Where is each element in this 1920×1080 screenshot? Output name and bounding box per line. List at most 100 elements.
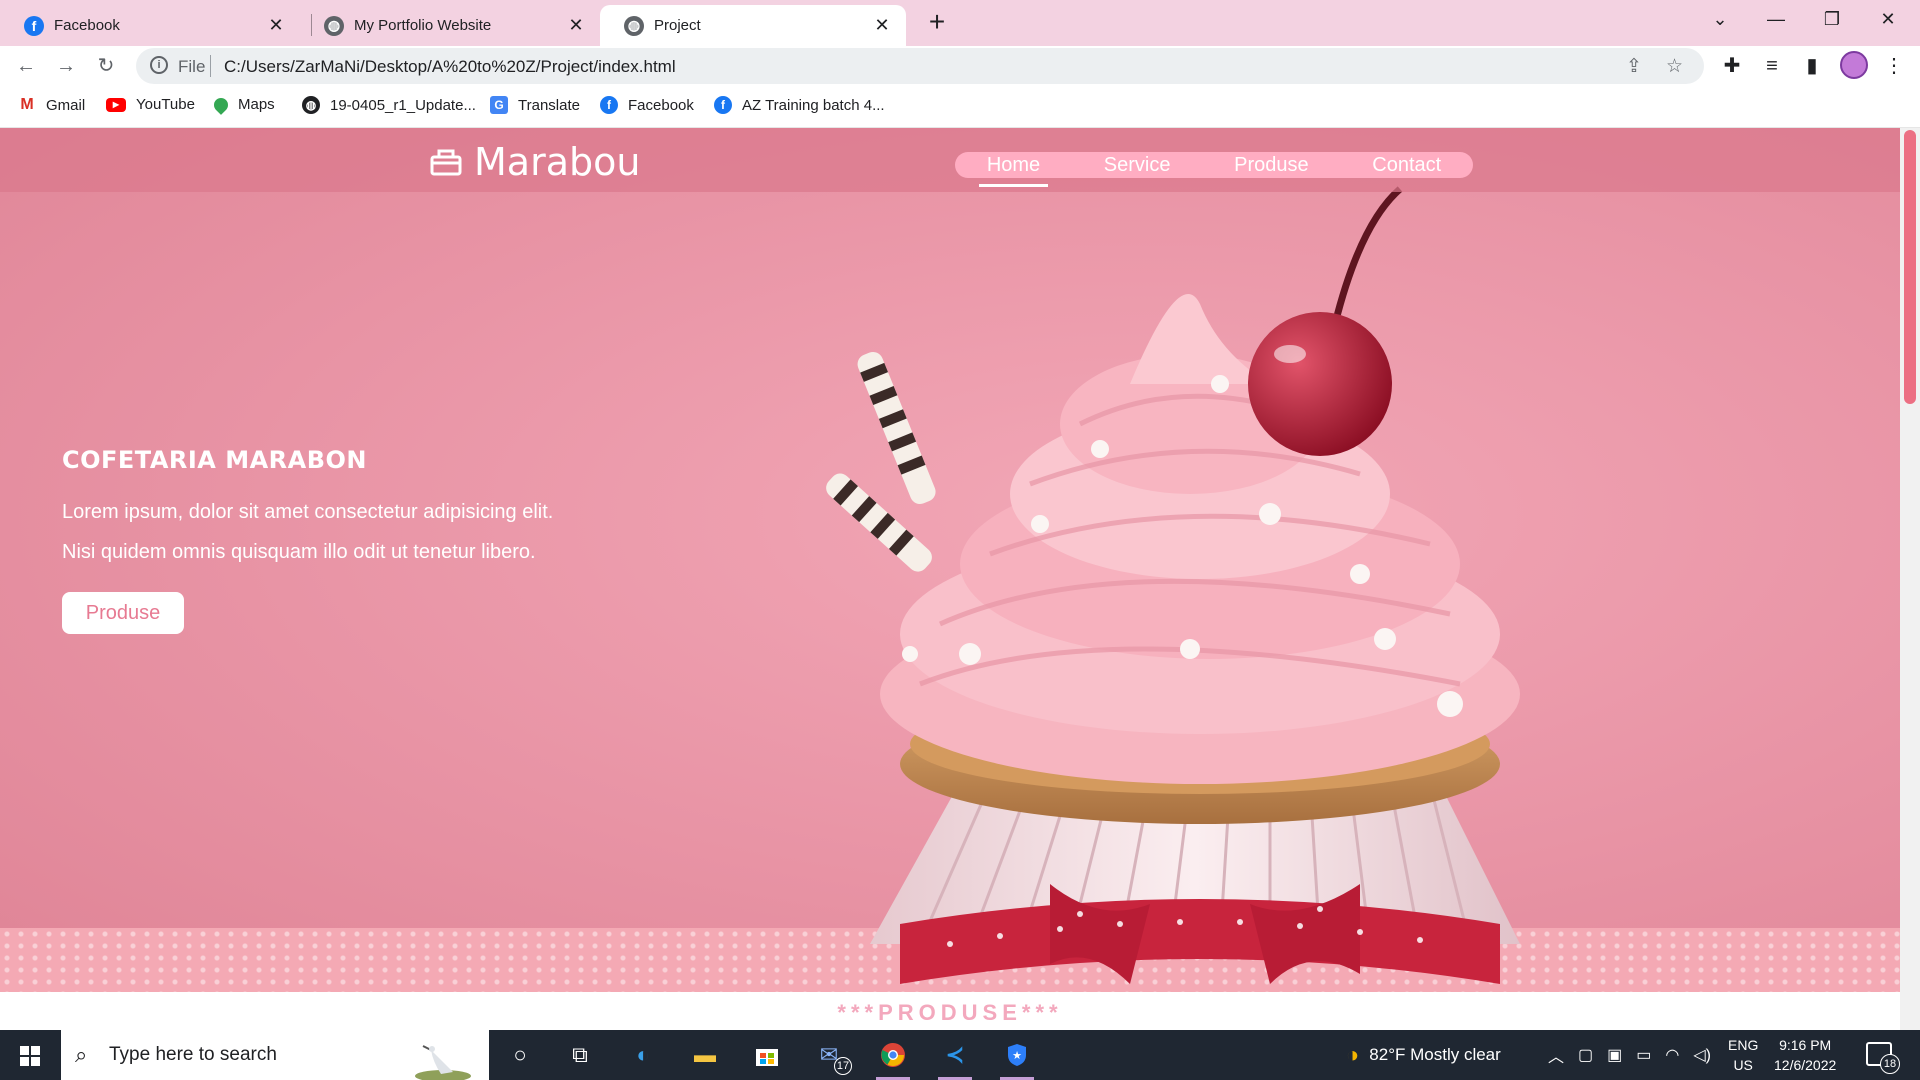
hero-title: COFETARIA MARABON [62, 446, 368, 474]
notification-icon[interactable]: 18 [1866, 1042, 1900, 1074]
maps-icon [211, 94, 231, 115]
file-explorer-icon[interactable]: ▬ [688, 1039, 722, 1071]
task-view-icon[interactable]: ⧉ [563, 1039, 597, 1071]
menu-kebab-icon[interactable]: ⋮ [1878, 50, 1910, 82]
nav-contact[interactable]: Contact [1372, 154, 1441, 177]
cortana-circle-icon[interactable]: ○ [503, 1039, 537, 1071]
bookmark-youtube[interactable]: ▶ YouTube [106, 96, 195, 113]
hero-content: COFETARIA MARABON Lorem ipsum, dolor sit… [62, 446, 553, 634]
svg-text:★: ★ [1012, 1050, 1022, 1062]
translate-icon: G [490, 96, 508, 114]
globe-icon: ◍ [324, 15, 344, 36]
bookmark-maps[interactable]: Maps [211, 94, 275, 115]
security-shield-icon[interactable]: ★ [1000, 1039, 1034, 1080]
bookmark-gmail[interactable]: M Gmail [18, 96, 85, 114]
language-indicator[interactable]: ENG US [1728, 1035, 1758, 1075]
side-panel-icon[interactable]: ▮ [1796, 50, 1828, 82]
bookmark-label: Translate [518, 96, 580, 114]
bookmark-label: Maps [238, 96, 275, 113]
taskbar-search[interactable]: ⌕ Type here to search [61, 1030, 489, 1080]
taskbar: ⌕ Type here to search ○ ⧉ ◐ ▬ ✉ 17 ≺ ★ ◑… [0, 1030, 1920, 1080]
mail-badge: 17 [834, 1057, 852, 1075]
bookmark-label: YouTube [136, 96, 195, 113]
youtube-icon: ▶ [106, 97, 126, 112]
tab-facebook[interactable]: f Facebook ✕ [0, 5, 300, 46]
reload-icon[interactable]: ↻ [90, 50, 122, 82]
search-icon: ⌕ [75, 1042, 88, 1067]
bookmark-az-training[interactable]: f AZ Training batch 4... [714, 96, 885, 114]
vscode-icon[interactable]: ≺ [938, 1039, 972, 1080]
page-scrollbar[interactable] [1900, 128, 1920, 1030]
site-navbar: Marabou Home Service Produse Contact [0, 128, 1900, 192]
facebook-icon: f [24, 15, 44, 36]
info-icon[interactable]: i [150, 56, 168, 74]
cake-box-icon [430, 149, 462, 176]
close-icon[interactable]: ✕ [266, 15, 286, 36]
meet-now-icon[interactable]: ▢ [1578, 1045, 1593, 1065]
address-bar[interactable]: i File C:/Users/ZarMaNi/Desktop/A%20to%2… [136, 48, 1704, 84]
bookmark-label: Facebook [628, 96, 694, 114]
system-tray: ︿ ▢ ▣ ▭ ◠ ◁) [1548, 1030, 1711, 1080]
edge-icon[interactable]: ◐ [626, 1039, 660, 1071]
notification-count: 18 [1880, 1054, 1900, 1074]
date: 12/6/2022 [1774, 1057, 1837, 1073]
search-placeholder: Type here to search [109, 1044, 277, 1065]
share-icon[interactable]: ⇪ [1626, 55, 1642, 78]
site-logo[interactable]: Marabou [430, 140, 640, 184]
tab-title: My Portfolio Website [354, 17, 492, 34]
tab-title: Facebook [54, 17, 120, 34]
forward-arrow-icon[interactable]: → [50, 50, 82, 82]
close-icon[interactable]: ✕ [872, 15, 892, 36]
bookmark-label: 19-0405_r1_Update... [330, 96, 476, 114]
scrollbar-thumb[interactable] [1904, 130, 1916, 404]
page-viewport: Marabou Home Service Produse Contact COF… [0, 128, 1900, 1030]
nav-service[interactable]: Service [1104, 154, 1171, 177]
weather-widget[interactable]: ◑ 82°F Mostly clear [1346, 1030, 1501, 1080]
close-icon[interactable]: ✕ [566, 15, 586, 36]
produse-button[interactable]: Produse [62, 592, 184, 634]
url-text[interactable]: C:/Users/ZarMaNi/Desktop/A%20to%20Z/Proj… [224, 57, 676, 77]
tab-strip: f Facebook ✕ ◍ My Portfolio Website ✕ ◍ … [0, 0, 1920, 46]
globe-icon: ◍ [302, 96, 320, 114]
profile-avatar[interactable] [1840, 51, 1868, 79]
tab-search-chevron-icon[interactable]: ⌄ [1692, 0, 1748, 40]
hero-text-line-2: Nisi quidem omnis quisquam illo odit ut … [62, 541, 536, 563]
cupcake-image [826, 186, 1520, 984]
minimize-button[interactable]: — [1748, 0, 1804, 40]
bookmark-label: Gmail [46, 96, 86, 114]
tab-project[interactable]: ◍ Project ✕ [600, 5, 906, 46]
bookmark-label: AZ Training batch 4... [742, 96, 885, 114]
restore-button[interactable]: ❐ [1804, 0, 1860, 40]
bookmark-translate[interactable]: G Translate [490, 96, 580, 114]
bookmark-update[interactable]: ◍ 19-0405_r1_Update... [302, 96, 476, 114]
wifi-icon[interactable]: ◠ [1665, 1045, 1679, 1065]
battery-icon[interactable]: ▭ [1636, 1045, 1651, 1065]
nav-home[interactable]: Home [978, 154, 1049, 187]
windows-start-icon[interactable] [20, 1046, 40, 1066]
chevron-up-icon[interactable]: ︿ [1548, 1043, 1564, 1067]
bookmark-facebook[interactable]: f Facebook [600, 96, 694, 114]
close-window-button[interactable]: ✕ [1860, 0, 1916, 40]
new-tab-button[interactable]: + [922, 6, 952, 38]
volume-icon[interactable]: ◁) [1693, 1045, 1711, 1065]
globe-icon: ◍ [624, 15, 644, 36]
gmail-icon: M [20, 96, 34, 113]
time: 9:16 PM [1779, 1037, 1832, 1053]
facebook-icon: f [714, 96, 732, 114]
clock[interactable]: 9:16 PM 12/6/2022 [1774, 1035, 1836, 1075]
nav-produse[interactable]: Produse [1234, 154, 1309, 177]
media-queue-icon[interactable]: ≡ [1756, 50, 1788, 82]
hero-section: Marabou Home Service Produse Contact COF… [0, 128, 1900, 992]
tab-portfolio[interactable]: ◍ My Portfolio Website ✕ [300, 5, 600, 46]
star-icon[interactable]: ☆ [1666, 55, 1683, 78]
heron-search-highlight-icon [415, 1045, 471, 1080]
section-title-produse: ***PRODUSE*** [837, 1000, 1063, 1025]
lang-code: ENG [1728, 1037, 1759, 1053]
mail-icon[interactable]: ✉ 17 [812, 1039, 852, 1075]
back-arrow-icon[interactable]: ← [10, 50, 42, 82]
brand-name: Marabou [474, 140, 641, 184]
update-icon[interactable]: ▣ [1607, 1045, 1622, 1065]
extensions-puzzle-icon[interactable]: ✚ [1716, 50, 1748, 82]
chrome-icon[interactable] [876, 1039, 910, 1080]
microsoft-store-icon[interactable] [750, 1039, 784, 1071]
